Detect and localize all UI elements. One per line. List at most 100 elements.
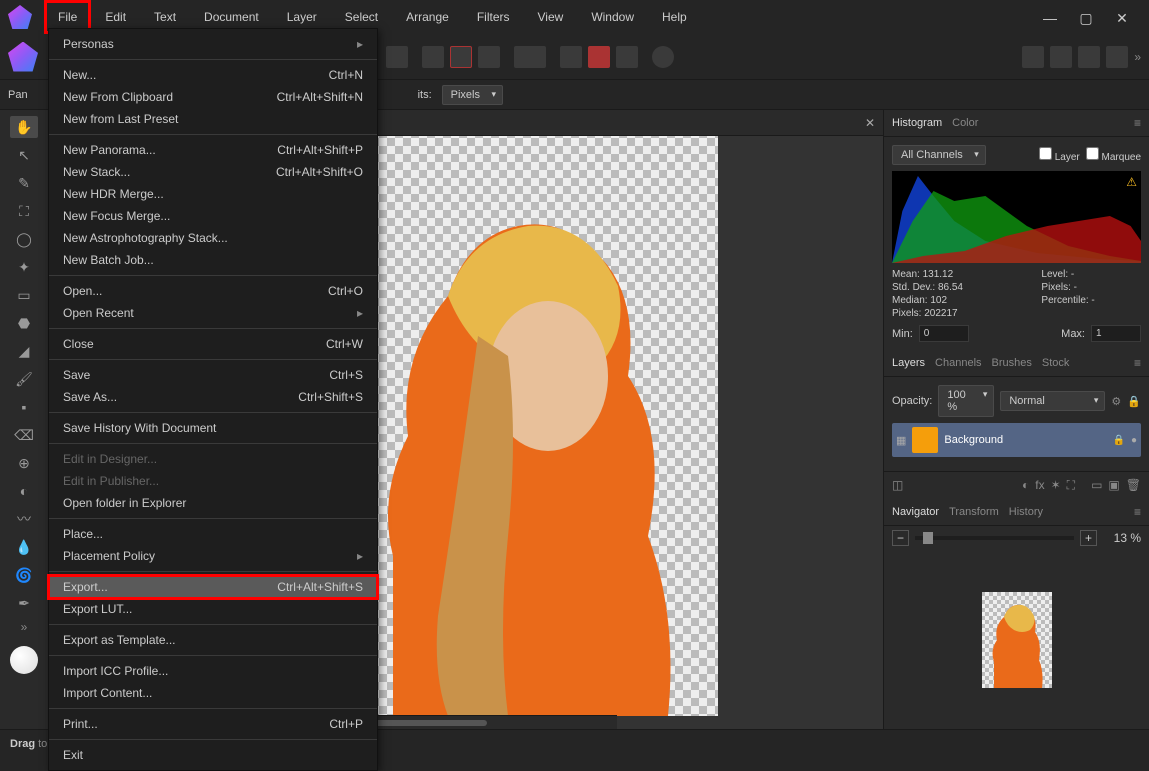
smudge-tool[interactable]: 〰 (10, 508, 38, 530)
menu-item-close[interactable]: CloseCtrl+W (49, 333, 377, 355)
move-tool[interactable]: ↖ (10, 144, 38, 166)
marquee-checkbox[interactable]: Marquee (1086, 147, 1141, 163)
pixel-tool[interactable]: ▪ (10, 396, 38, 418)
toolbar-overflow-icon[interactable]: » (1134, 50, 1141, 64)
menu-item-print[interactable]: Print...Ctrl+P (49, 713, 377, 735)
layer-adjust-icon[interactable]: ◐ (1022, 478, 1029, 493)
fill-picker-icon[interactable] (514, 46, 546, 68)
assistant-icon[interactable] (652, 46, 674, 68)
histogram-menu-icon[interactable]: ≡ (1134, 116, 1141, 130)
layer-add-icon[interactable]: ▣ (1108, 478, 1119, 493)
layer-locked-icon[interactable]: 🔒 (1113, 435, 1125, 446)
menu-item-new-from-last-preset[interactable]: New from Last Preset (49, 108, 377, 130)
layer-settings-icon[interactable]: ⚙ (1111, 395, 1121, 408)
menu-filters[interactable]: Filters (463, 0, 524, 34)
pen-tool[interactable]: ✒ (10, 592, 38, 614)
menu-item-export-lut[interactable]: Export LUT... (49, 598, 377, 620)
swatch-b-icon[interactable] (588, 46, 610, 68)
selection-brush-tool[interactable]: ◯ (10, 228, 38, 250)
tab-stock[interactable]: Stock (1042, 357, 1070, 369)
tab-color[interactable]: Color (952, 117, 978, 129)
tab-layers[interactable]: Layers (892, 357, 925, 369)
menu-item-new-hdr-merge[interactable]: New HDR Merge... (49, 183, 377, 205)
menu-item-save[interactable]: SaveCtrl+S (49, 364, 377, 386)
layer-delete-icon[interactable]: 🗑 (1126, 478, 1141, 493)
menu-help[interactable]: Help (648, 0, 701, 34)
max-input[interactable] (1091, 325, 1141, 342)
layer-live-icon[interactable]: ✶ (1051, 478, 1061, 493)
menu-item-import-icc-profile[interactable]: Import ICC Profile... (49, 660, 377, 682)
menu-item-new-from-clipboard[interactable]: New From ClipboardCtrl+Alt+Shift+N (49, 86, 377, 108)
color-picker-tool[interactable]: ✎ (10, 172, 38, 194)
layer-mask-icon[interactable]: ◫ (892, 478, 903, 493)
menu-item-open-recent[interactable]: Open Recent▸ (49, 302, 377, 324)
menu-item-new-astrophotography-stack[interactable]: New Astrophotography Stack... (49, 227, 377, 249)
flood-tool[interactable]: ⬣ (10, 312, 38, 334)
navigator-preview[interactable] (884, 550, 1149, 729)
paint-brush-tool[interactable]: 🖌 (10, 368, 38, 390)
canvas[interactable] (328, 136, 718, 716)
grid-select-icon[interactable] (422, 46, 444, 68)
menu-item-place[interactable]: Place... (49, 523, 377, 545)
menu-item-personas[interactable]: Personas▸ (49, 33, 377, 55)
layer-lock-icon[interactable]: 🔒 (1127, 395, 1141, 408)
menu-item-exit[interactable]: Exit (49, 744, 377, 766)
extra-c-icon[interactable] (1078, 46, 1100, 68)
layer-fx-icon[interactable]: fx (1035, 478, 1044, 493)
menu-item-save-history-with-document[interactable]: Save History With Document (49, 417, 377, 439)
persona-photo-icon[interactable] (8, 42, 38, 72)
clone-tool[interactable]: ⊕ (10, 452, 38, 474)
slider-handle[interactable] (923, 532, 933, 544)
maximize-button[interactable]: ▢ (1079, 10, 1093, 24)
menu-item-new-stack[interactable]: New Stack...Ctrl+Alt+Shift+O (49, 161, 377, 183)
swatch-a-icon[interactable] (560, 46, 582, 68)
hand-tool[interactable]: ✋ (10, 116, 38, 138)
liquify-tool[interactable]: 🌀 (10, 564, 38, 586)
tab-history[interactable]: History (1009, 506, 1043, 518)
snap-icon[interactable] (616, 46, 638, 68)
menu-item-open[interactable]: Open...Ctrl+O (49, 280, 377, 302)
extra-a-icon[interactable] (1022, 46, 1044, 68)
close-button[interactable]: ✕ (1115, 10, 1129, 24)
crop-tool[interactable]: ⛶ (10, 200, 38, 222)
menu-item-export-as-template[interactable]: Export as Template... (49, 629, 377, 651)
menu-window[interactable]: Window (577, 0, 648, 34)
tab-brushes[interactable]: Brushes (992, 357, 1032, 369)
zoom-out-button[interactable]: − (892, 530, 909, 546)
menu-arrange[interactable]: Arrange (392, 0, 463, 34)
zoom-in-button[interactable]: + (1080, 530, 1097, 546)
blur-tool[interactable]: 💧 (10, 536, 38, 558)
tools-overflow-icon[interactable]: » (21, 620, 28, 634)
layer-visibility-icon[interactable]: ▦ (896, 434, 906, 447)
extra-d-icon[interactable] (1106, 46, 1128, 68)
blend-mode-dropdown[interactable]: Normal (1000, 391, 1105, 411)
menu-item-export[interactable]: Export...Ctrl+Alt+Shift+S (49, 576, 377, 598)
zoom-slider[interactable] (915, 536, 1074, 540)
tab-histogram[interactable]: Histogram (892, 117, 942, 129)
gradient-tool[interactable]: ◢ (10, 340, 38, 362)
lighting-icon[interactable] (386, 46, 408, 68)
tab-navigator[interactable]: Navigator (892, 506, 939, 518)
magic-wand-tool[interactable]: ✦ (10, 256, 38, 278)
menu-item-placement-policy[interactable]: Placement Policy▸ (49, 545, 377, 567)
color-chip-fg[interactable] (10, 646, 38, 674)
menu-item-new-panorama[interactable]: New Panorama...Ctrl+Alt+Shift+P (49, 139, 377, 161)
opacity-dropdown[interactable]: 100 % (938, 385, 994, 417)
navigator-menu-icon[interactable]: ≡ (1134, 505, 1141, 519)
layer-row[interactable]: ▦ Background 🔒 ● (892, 423, 1141, 457)
tab-channels[interactable]: Channels (935, 357, 981, 369)
document-close-button[interactable]: ✕ (865, 116, 875, 130)
extra-b-icon[interactable] (1050, 46, 1072, 68)
menu-item-new-focus-merge[interactable]: New Focus Merge... (49, 205, 377, 227)
menu-view[interactable]: View (524, 0, 578, 34)
layer-crop-icon[interactable]: ⛶ (1067, 478, 1075, 493)
minimize-button[interactable]: — (1043, 10, 1057, 24)
units-dropdown[interactable]: Pixels (442, 85, 503, 105)
grid-deselect-icon[interactable] (450, 46, 472, 68)
layer-group-icon[interactable]: ▭ (1091, 478, 1102, 493)
menu-item-new-batch-job[interactable]: New Batch Job... (49, 249, 377, 271)
layer-checkbox[interactable]: Layer (1039, 147, 1080, 163)
tab-transform[interactable]: Transform (949, 506, 999, 518)
menu-item-save-as[interactable]: Save As...Ctrl+Shift+S (49, 386, 377, 408)
min-input[interactable] (919, 325, 969, 342)
